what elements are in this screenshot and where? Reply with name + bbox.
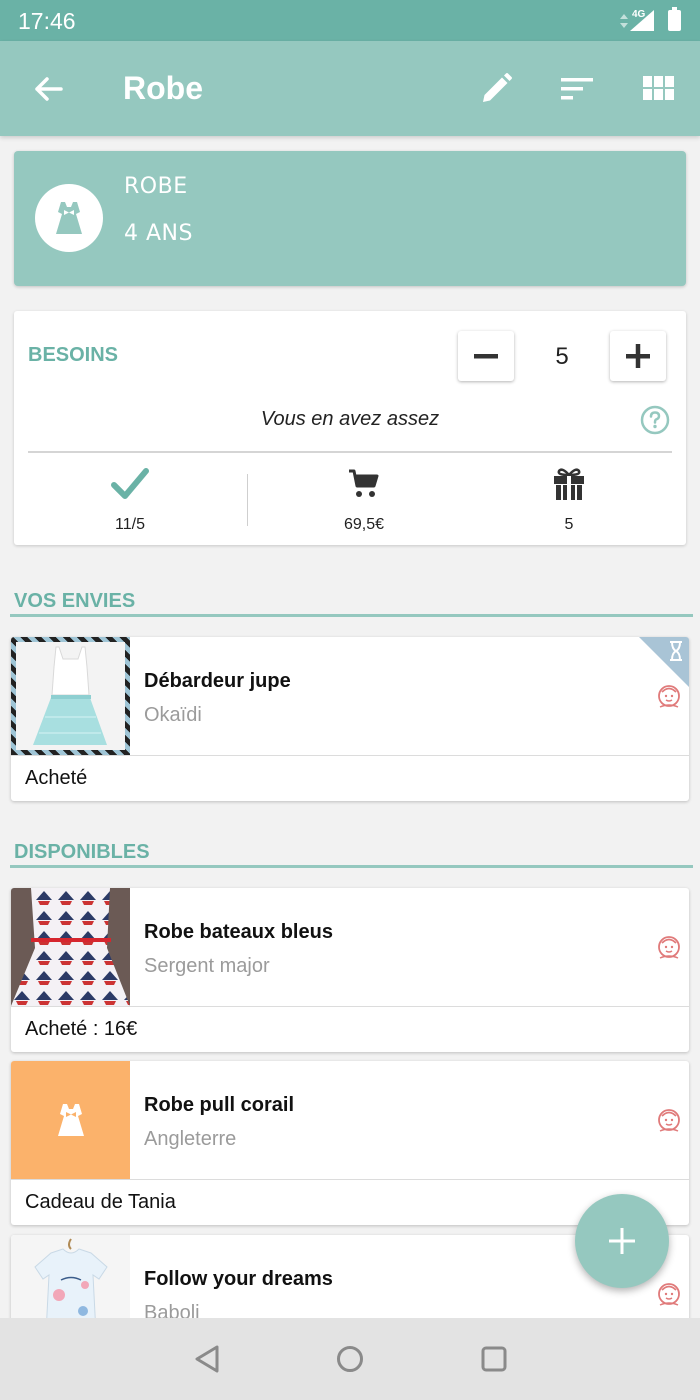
item-name: Follow your dreams <box>144 1268 333 1290</box>
category-card: ROBE 4 ANS <box>14 151 686 286</box>
item-name: Robe pull corail <box>144 1094 295 1116</box>
needs-card: BESOINS 5 Vous en avez assez 11/5 69,5€ <box>14 311 686 545</box>
needs-message: Vous en avez assez <box>260 408 440 430</box>
increment-button[interactable] <box>610 331 666 381</box>
item-separator <box>11 1006 689 1007</box>
child-icon <box>658 1283 680 1306</box>
available-section-title: DISPONIBLES <box>14 841 150 863</box>
stat-spent-value: 69,5€ <box>343 516 385 533</box>
back-arrow-icon[interactable] <box>28 69 68 109</box>
top-skirt-image <box>16 642 125 750</box>
status-time: 17:46 <box>18 8 76 34</box>
stat-gifts-value: 5 <box>564 516 574 533</box>
dress-icon <box>57 1104 84 1136</box>
item-name: Robe bateaux bleus <box>144 921 333 943</box>
item-name: Débardeur jupe <box>144 670 291 692</box>
item-separator <box>11 1179 689 1180</box>
category-age: 4 ANS <box>124 221 193 246</box>
available-item-card[interactable]: Robe pull corail Angleterre Cadeau de Ta… <box>11 1061 689 1225</box>
item-thumbnail <box>11 1061 130 1179</box>
status-bar: 17:46 4G <box>0 0 700 41</box>
sort-icon <box>561 78 593 100</box>
stat-owned-value: 11/5 <box>115 516 145 533</box>
app-bar: Robe <box>0 41 700 136</box>
nav-home-icon[interactable] <box>333 1342 367 1376</box>
decrement-button[interactable] <box>458 331 514 381</box>
child-icon <box>658 1109 680 1132</box>
wishes-section-line <box>10 614 693 617</box>
system-nav-bar <box>0 1318 700 1400</box>
pencil-icon <box>483 73 512 102</box>
sort-button[interactable] <box>555 67 599 111</box>
child-icon <box>658 936 680 959</box>
help-icon[interactable] <box>640 405 670 435</box>
category-avatar <box>35 184 103 252</box>
available-section-line <box>10 865 693 868</box>
stat-spent: 69,5€ <box>304 465 424 534</box>
nav-recents-icon[interactable] <box>477 1342 511 1376</box>
wishes-section-title: VOS ENVIES <box>14 590 136 612</box>
add-item-fab[interactable] <box>575 1194 669 1288</box>
minus-icon <box>474 354 498 359</box>
needs-divider <box>28 451 672 453</box>
plus-icon <box>609 1228 635 1254</box>
stat-owned: 11/5 <box>70 465 190 534</box>
child-icon <box>658 685 680 708</box>
hourglass-icon <box>670 641 682 661</box>
item-status: Acheté <box>25 767 88 789</box>
item-brand: Sergent major <box>144 955 270 977</box>
nav-back-icon[interactable] <box>190 1342 224 1376</box>
grid-view-button[interactable] <box>637 67 681 111</box>
signal-icon <box>630 10 654 31</box>
dress-icon <box>56 202 82 234</box>
item-brand: Angleterre <box>144 1128 237 1150</box>
grid-icon <box>643 76 674 100</box>
plus-icon <box>626 344 650 368</box>
needs-count: 5 <box>555 343 569 370</box>
edit-button[interactable] <box>474 67 518 111</box>
stat-gifts: 5 <box>509 465 629 534</box>
battery-icon <box>668 7 681 31</box>
item-thumbnail <box>11 888 130 1006</box>
item-brand: Okaïdi <box>144 704 202 726</box>
needs-label: BESOINS <box>28 344 119 366</box>
stat-separator <box>247 474 248 526</box>
item-status: Acheté : 16€ <box>25 1018 138 1040</box>
item-status: Cadeau de Tania <box>25 1191 176 1213</box>
check-icon <box>111 468 149 499</box>
available-item-card[interactable]: Robe bateaux bleus Sergent major Acheté … <box>11 888 689 1052</box>
wish-item-card[interactable]: Débardeur jupe Okaïdi Acheté <box>11 637 689 801</box>
category-name: ROBE <box>124 174 188 199</box>
item-separator <box>11 755 689 756</box>
cart-icon <box>349 469 379 497</box>
page-title: Robe <box>123 70 203 106</box>
item-thumbnail <box>11 637 130 755</box>
boat-dress-image <box>11 888 130 1006</box>
gift-icon <box>554 468 584 500</box>
data-arrows-icon <box>620 14 628 28</box>
